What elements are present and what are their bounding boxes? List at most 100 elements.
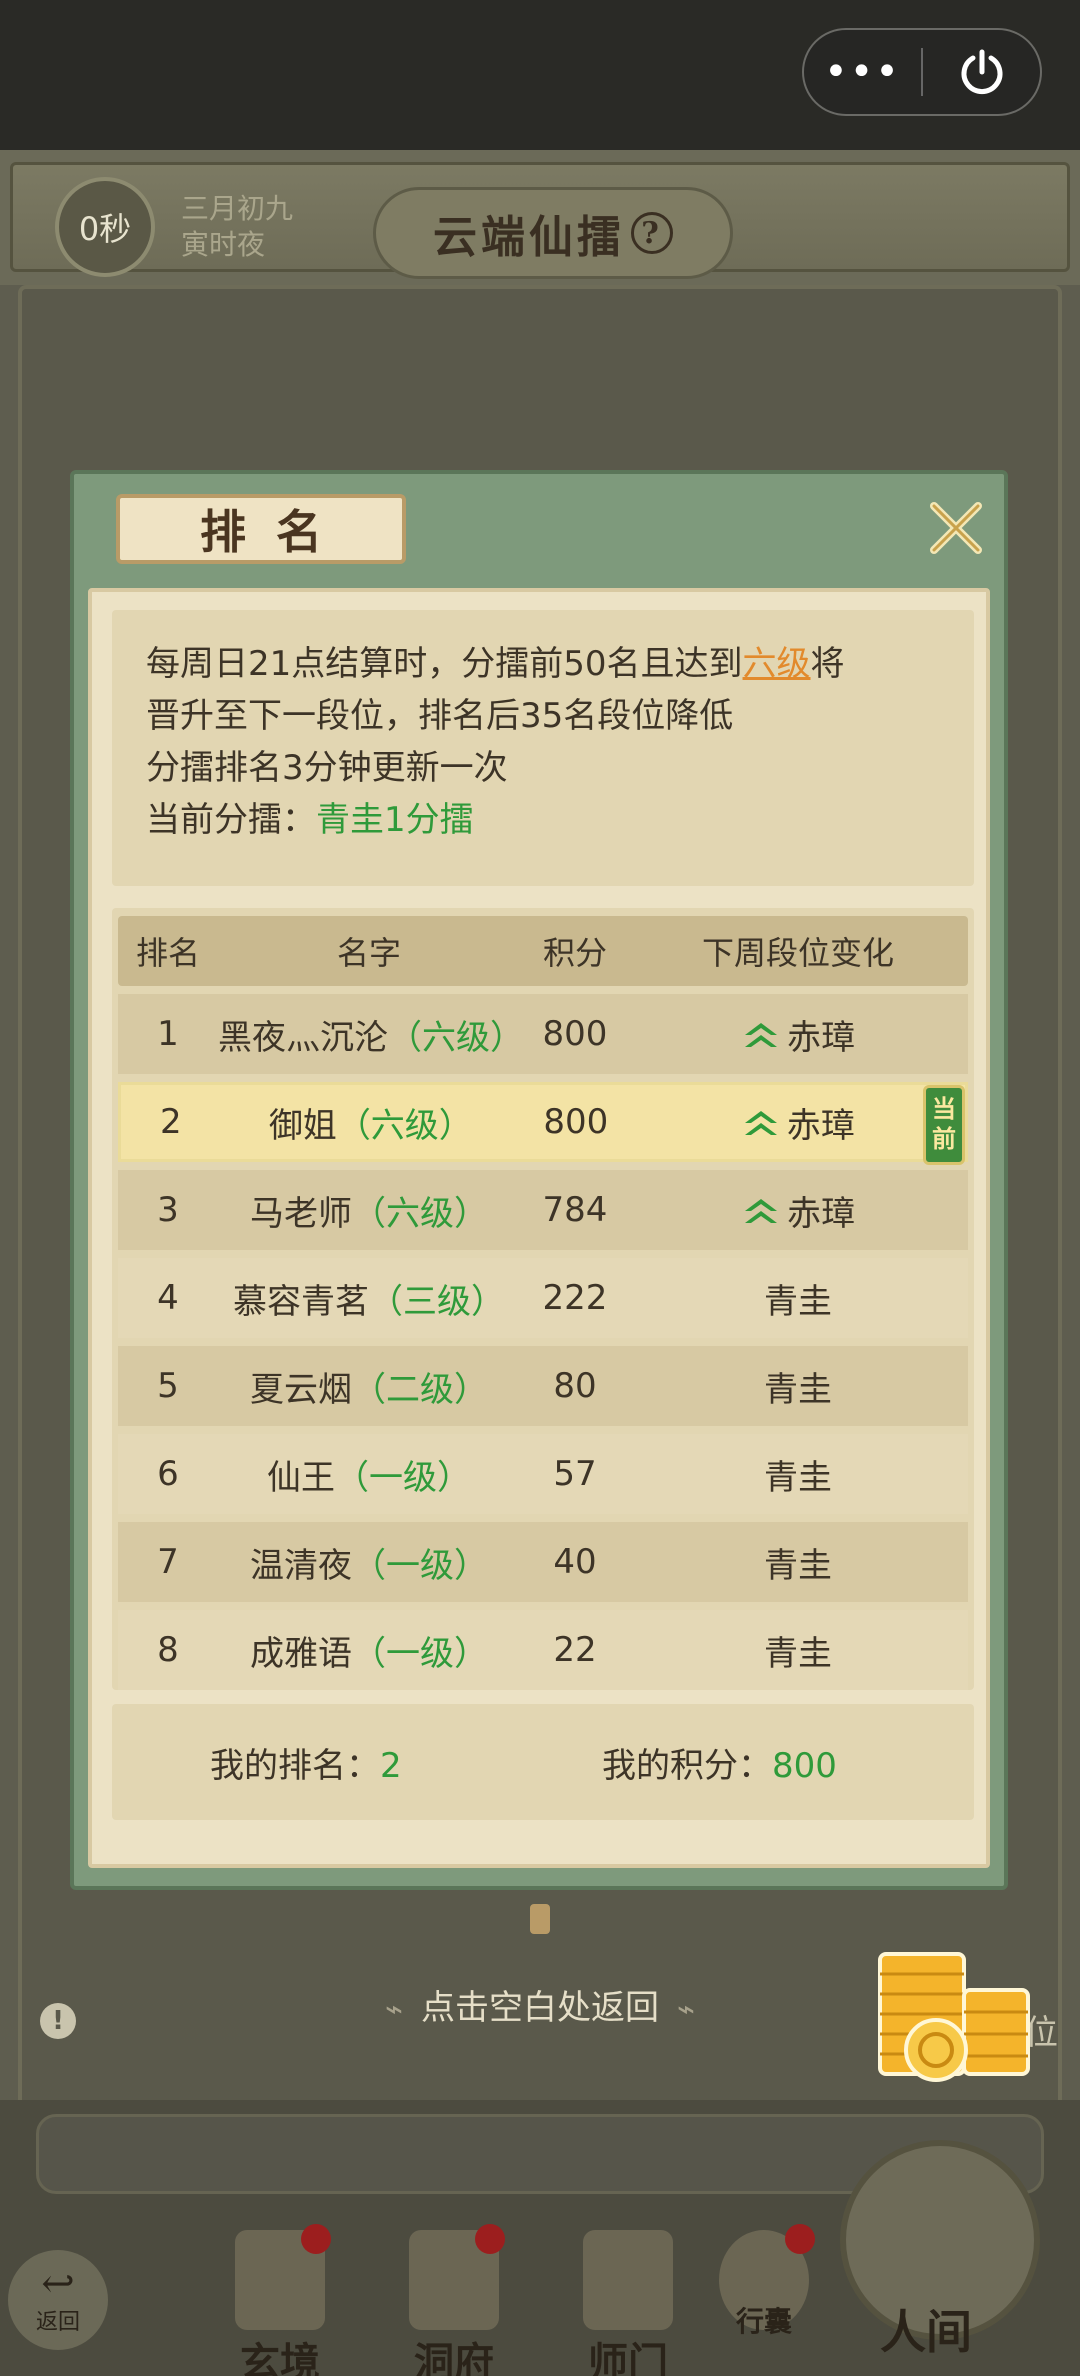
- row-rank: 8: [157, 1630, 179, 1670]
- notification-dot: [475, 2224, 505, 2254]
- my-rank: 我的排名：2: [210, 1738, 402, 1787]
- system-bar: •••: [0, 0, 1080, 150]
- row-change: 青圭: [630, 1362, 966, 1411]
- rules-line-1: 每周日21点结算时，分擂前50名且达到六级将: [146, 638, 940, 690]
- row-rank: 2: [159, 1102, 182, 1142]
- arena-title-plaque: 云端仙擂 ?: [373, 187, 733, 279]
- next-tier: 青圭: [764, 1369, 832, 1410]
- coin-stack-icon[interactable]: [876, 1950, 1032, 2090]
- power-button[interactable]: [923, 46, 1040, 98]
- row-name: 马老师（六级）: [218, 1186, 520, 1235]
- row-score: 222: [542, 1278, 608, 1318]
- rules-line-1-post: 将: [810, 644, 845, 684]
- rules-line-2: 晋升至下一段位，排名后35名段位降低: [146, 696, 734, 736]
- promote-arrow-icon: [744, 1111, 777, 1135]
- next-tier: 青圭: [764, 1457, 832, 1498]
- nav-item-xuanjing[interactable]: 玄境: [220, 2224, 340, 2376]
- player-level: （一级）: [352, 1633, 488, 1674]
- nav-label: 师门: [588, 2339, 668, 2376]
- nav-item-dongfu[interactable]: 洞府: [394, 2224, 514, 2376]
- level-link[interactable]: 六级: [743, 644, 811, 684]
- next-tier: 青圭: [764, 1633, 832, 1674]
- left-cloud-ornament: ⌁: [384, 1992, 403, 2027]
- table-row[interactable]: 6 仙王（一级） 57 青圭: [118, 1434, 968, 1514]
- row-change: 赤璋: [630, 1186, 966, 1235]
- more-button[interactable]: •••: [804, 52, 921, 92]
- row-name: 成雅语（一级）: [218, 1626, 520, 1675]
- row-score: 80: [553, 1366, 597, 1406]
- table-row[interactable]: 4 慕容青茗（三级） 222 青圭: [118, 1258, 968, 1338]
- current-badge: 当前: [923, 1085, 965, 1165]
- row-score: 784: [542, 1190, 608, 1230]
- nav-item-renjian-label[interactable]: 人间: [880, 2296, 972, 2362]
- row-rank: 5: [157, 1366, 179, 1406]
- ranking-table: 排名 名字 积分 下周段位变化 1 黑夜灬沉沦（六级） 800 赤璋 2 御姐（六级） 80…: [112, 908, 974, 1690]
- current-arena-label: 当前分擂：: [146, 800, 316, 840]
- row-rank: 3: [157, 1190, 179, 1230]
- row-change: 青圭: [630, 1538, 966, 1587]
- player-level: （六级）: [352, 1193, 488, 1234]
- next-tier: 青圭: [764, 1281, 832, 1322]
- banner-icon: [583, 2230, 673, 2330]
- player-name: 夏云烟: [250, 1369, 352, 1410]
- arena-title: 云端仙擂: [433, 212, 625, 263]
- notification-dot: [301, 2224, 331, 2254]
- row-score: 40: [553, 1542, 597, 1582]
- row-score: 800: [543, 1102, 609, 1142]
- scroll-icon: [235, 2224, 331, 2330]
- table-row[interactable]: 7 温清夜（一级） 40 青圭: [118, 1522, 968, 1602]
- modal-body: 每周日21点结算时，分擂前50名且达到六级将 晋升至下一段位，排名后35名段位降…: [88, 588, 990, 1868]
- nav-item-xingnang[interactable]: 行囊: [704, 2224, 824, 2338]
- modal-title: 排名: [116, 494, 406, 564]
- player-name: 成雅语: [250, 1633, 352, 1674]
- row-score: 57: [553, 1454, 597, 1494]
- mini-program-capsule: •••: [802, 28, 1042, 116]
- back-button[interactable]: ↩ 返回: [8, 2250, 108, 2350]
- row-name: 温清夜（一级）: [218, 1538, 520, 1587]
- nav-item-shimen[interactable]: 师门: [568, 2230, 688, 2376]
- tap-return-label: 点击空白处返回: [421, 1988, 659, 2028]
- table-row[interactable]: 8 成雅语（一级） 22 青圭: [118, 1610, 968, 1690]
- rules-line-1-pre: 每周日21点结算时，分擂前50名且达到: [146, 644, 743, 684]
- current-arena-value: 青圭1分擂: [316, 800, 474, 840]
- header-name: 名字: [336, 934, 401, 972]
- player-name: 慕容青茗: [233, 1281, 369, 1322]
- row-name: 黑夜灬沉沦（六级）: [218, 1010, 524, 1059]
- promote-arrow-icon: [745, 1199, 777, 1223]
- header-panel: 0秒 三月初九 寅时夜 云端仙擂 ?: [10, 162, 1070, 279]
- table-row[interactable]: 3 马老师（六级） 784 赤璋: [118, 1170, 968, 1250]
- my-score-value: 800: [772, 1745, 837, 1786]
- right-cloud-ornament: ⌁: [677, 1992, 696, 2027]
- row-rank: 6: [157, 1454, 179, 1494]
- date-line-1: 三月初九: [181, 192, 294, 225]
- power-icon: [961, 49, 1002, 95]
- pavilion-icon: [409, 2224, 505, 2330]
- help-icon[interactable]: ?: [631, 212, 673, 254]
- rules-info: 每周日21点结算时，分擂前50名且达到六级将 晋升至下一段位，排名后35名段位降…: [112, 610, 974, 886]
- player-level: （三级）: [369, 1281, 505, 1322]
- table-row[interactable]: 1 黑夜灬沉沦（六级） 800 赤璋: [118, 994, 968, 1074]
- table-header: 排名 名字 积分 下周段位变化: [118, 916, 968, 986]
- rules-line-3: 分擂排名3分钟更新一次: [146, 748, 508, 788]
- timer-badge: 0秒: [55, 177, 155, 277]
- table-row[interactable]: 5 夏云烟（二级） 80 青圭: [118, 1346, 968, 1426]
- row-name: 御姐（六级）: [221, 1098, 522, 1147]
- nav-label: 洞府: [414, 2339, 494, 2376]
- row-rank: 4: [157, 1278, 179, 1318]
- close-button[interactable]: [924, 496, 988, 560]
- back-arrow-icon: ↩: [41, 2261, 75, 2307]
- row-change: 青圭: [630, 1274, 966, 1323]
- table-row-current[interactable]: 2 御姐（六级） 800 赤璋 当前: [118, 1082, 968, 1165]
- nav-label: 行囊: [735, 2305, 792, 2338]
- my-rank-value: 2: [380, 1745, 402, 1786]
- header-rank: 排名: [135, 934, 200, 972]
- player-level: （六级）: [388, 1017, 524, 1058]
- row-change: 青圭: [630, 1626, 966, 1675]
- game-header: 0秒 三月初九 寅时夜 云端仙擂 ?: [0, 150, 1080, 285]
- player-name: 温清夜: [250, 1545, 352, 1586]
- promote-arrow-icon: [745, 1023, 777, 1047]
- player-name: 黑夜灬沉沦: [218, 1017, 388, 1058]
- row-name: 慕容青茗（三级）: [218, 1274, 520, 1323]
- next-tier: 青圭: [764, 1545, 832, 1586]
- current-arena: 当前分擂：青圭1分擂: [146, 794, 940, 846]
